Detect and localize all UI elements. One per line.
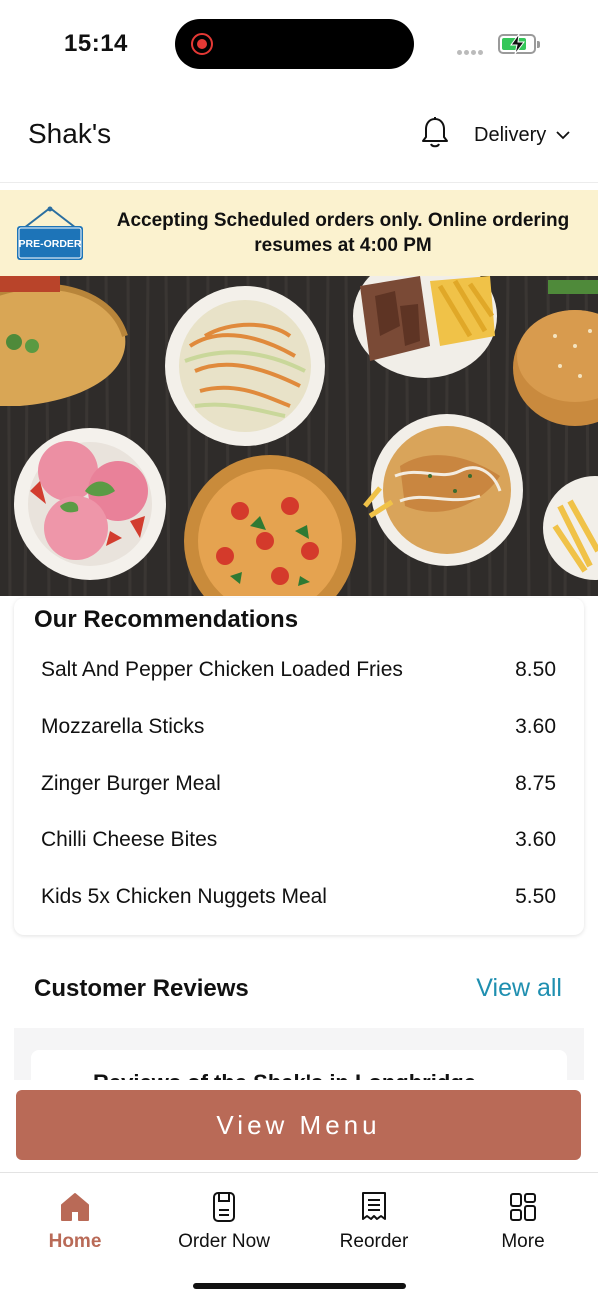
item-name: Zinger Burger Meal bbox=[41, 771, 221, 795]
customer-reviews-section: Customer Reviews View all Reviews of the… bbox=[14, 950, 584, 1080]
receipt-icon bbox=[362, 1192, 386, 1220]
chevron-down-icon bbox=[556, 131, 570, 140]
status-time: 15:14 bbox=[64, 30, 128, 57]
preorder-sign-icon: PRE-ORDER bbox=[17, 206, 83, 260]
view-all-reviews-link[interactable]: View all bbox=[476, 974, 562, 1003]
item-price: 3.60 bbox=[515, 828, 556, 852]
delivery-mode-label: Delivery bbox=[474, 123, 547, 146]
app-header: Shak's Delivery bbox=[0, 90, 598, 183]
review-card-title: Reviews of the Shak's in Longbridge bbox=[93, 1070, 476, 1080]
recommendation-item[interactable]: Zinger Burger Meal 8.75 bbox=[14, 756, 584, 813]
tab-home[interactable]: Home bbox=[10, 1191, 140, 1253]
home-indicator bbox=[193, 1283, 406, 1289]
delivery-mode-select[interactable]: Delivery bbox=[474, 120, 570, 150]
store-name: Shak's bbox=[28, 118, 112, 149]
item-name: Chilli Cheese Bites bbox=[41, 828, 218, 852]
battery-icon bbox=[498, 33, 540, 55]
grid-icon bbox=[510, 1193, 536, 1221]
recommendations-list: Salt And Pepper Chicken Loaded Fries 8.5… bbox=[14, 642, 584, 926]
tab-reorder[interactable]: Reorder bbox=[309, 1191, 439, 1253]
item-price: 3.60 bbox=[515, 714, 556, 738]
item-price: 8.50 bbox=[515, 658, 556, 681]
recommendations-card: Our Recommendations Salt And Pepper Chic… bbox=[14, 598, 584, 935]
order-icon bbox=[213, 1192, 235, 1222]
view-menu-button[interactable]: View Menu bbox=[16, 1090, 581, 1160]
review-card[interactable]: Reviews of the Shak's in Longbridge bbox=[31, 1050, 567, 1080]
item-name: Kids 5x Chicken Nuggets Meal bbox=[41, 885, 327, 909]
dynamic-island bbox=[175, 19, 414, 69]
bell-icon[interactable] bbox=[420, 116, 450, 150]
coleslaw-bowl bbox=[165, 286, 325, 446]
hero-food-image bbox=[0, 276, 598, 596]
tab-label: Order Now bbox=[178, 1231, 270, 1252]
item-price: 8.75 bbox=[515, 771, 556, 795]
signal-icon bbox=[457, 42, 487, 55]
item-name: Mozzarella Sticks bbox=[41, 714, 205, 738]
home-icon bbox=[61, 1193, 89, 1221]
item-price: 5.50 bbox=[515, 885, 556, 909]
recommendation-item[interactable]: Chilli Cheese Bites 3.60 bbox=[14, 812, 584, 869]
ice-cream-bowl bbox=[14, 428, 166, 580]
reviews-header: Customer Reviews View all bbox=[14, 950, 584, 1028]
recording-icon bbox=[191, 33, 213, 55]
preorder-banner: PRE-ORDER Accepting Scheduled orders onl… bbox=[0, 190, 598, 276]
bottom-tab-bar: Home Order Now Reorder More bbox=[0, 1172, 598, 1300]
banner-message: Accepting Scheduled orders only. Online … bbox=[116, 210, 570, 256]
recommendations-title: Our Recommendations bbox=[34, 606, 299, 633]
item-name: Salt And Pepper Chicken Loaded Fries bbox=[41, 658, 403, 681]
recommendation-item[interactable]: Mozzarella Sticks 3.60 bbox=[14, 699, 584, 756]
status-bar: 15:14 bbox=[0, 0, 598, 90]
reviews-title: Customer Reviews bbox=[34, 975, 249, 1002]
tab-label: More bbox=[501, 1231, 545, 1252]
tab-label: Home bbox=[48, 1231, 102, 1252]
tab-label: Reorder bbox=[339, 1231, 409, 1252]
tab-order-now[interactable]: Order Now bbox=[159, 1191, 289, 1253]
recommendation-item[interactable]: Salt And Pepper Chicken Loaded Fries 8.5… bbox=[14, 642, 584, 699]
recommendation-item[interactable]: Kids 5x Chicken Nuggets Meal 5.50 bbox=[14, 869, 584, 926]
preorder-sign-text: PRE-ORDER bbox=[18, 238, 81, 250]
tab-more[interactable]: More bbox=[458, 1191, 588, 1253]
